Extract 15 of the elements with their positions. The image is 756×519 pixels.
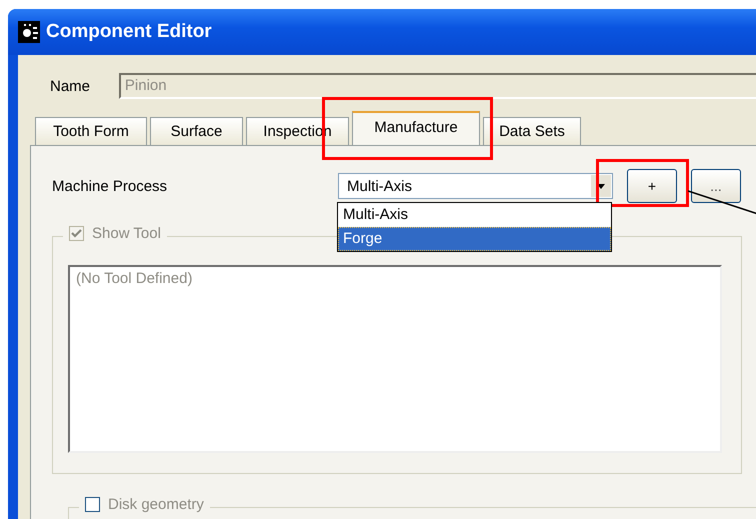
show-tool-label: Show Tool (92, 225, 161, 242)
tab[interactable]: Manufacture (352, 111, 480, 145)
add-button[interactable]: + (627, 169, 677, 203)
tab[interactable]: Tooth Form (35, 117, 147, 145)
tab[interactable]: Surface (150, 117, 243, 145)
browse-button[interactable]: ... (691, 169, 741, 203)
machine-process-dropdown[interactable]: Multi-Axis (338, 173, 613, 199)
machine-process-label: Machine Process (52, 178, 168, 194)
tool-placeholder-text: (No Tool Defined) (76, 270, 192, 287)
dropdown-option[interactable]: Multi-Axis (338, 203, 611, 227)
name-label: Name (50, 78, 92, 94)
tab[interactable]: Data Sets (483, 117, 581, 145)
disk-geometry-label: Disk geometry (108, 496, 204, 513)
window-title: Component Editor (46, 21, 212, 43)
dropdown-option[interactable]: Forge (338, 227, 611, 251)
